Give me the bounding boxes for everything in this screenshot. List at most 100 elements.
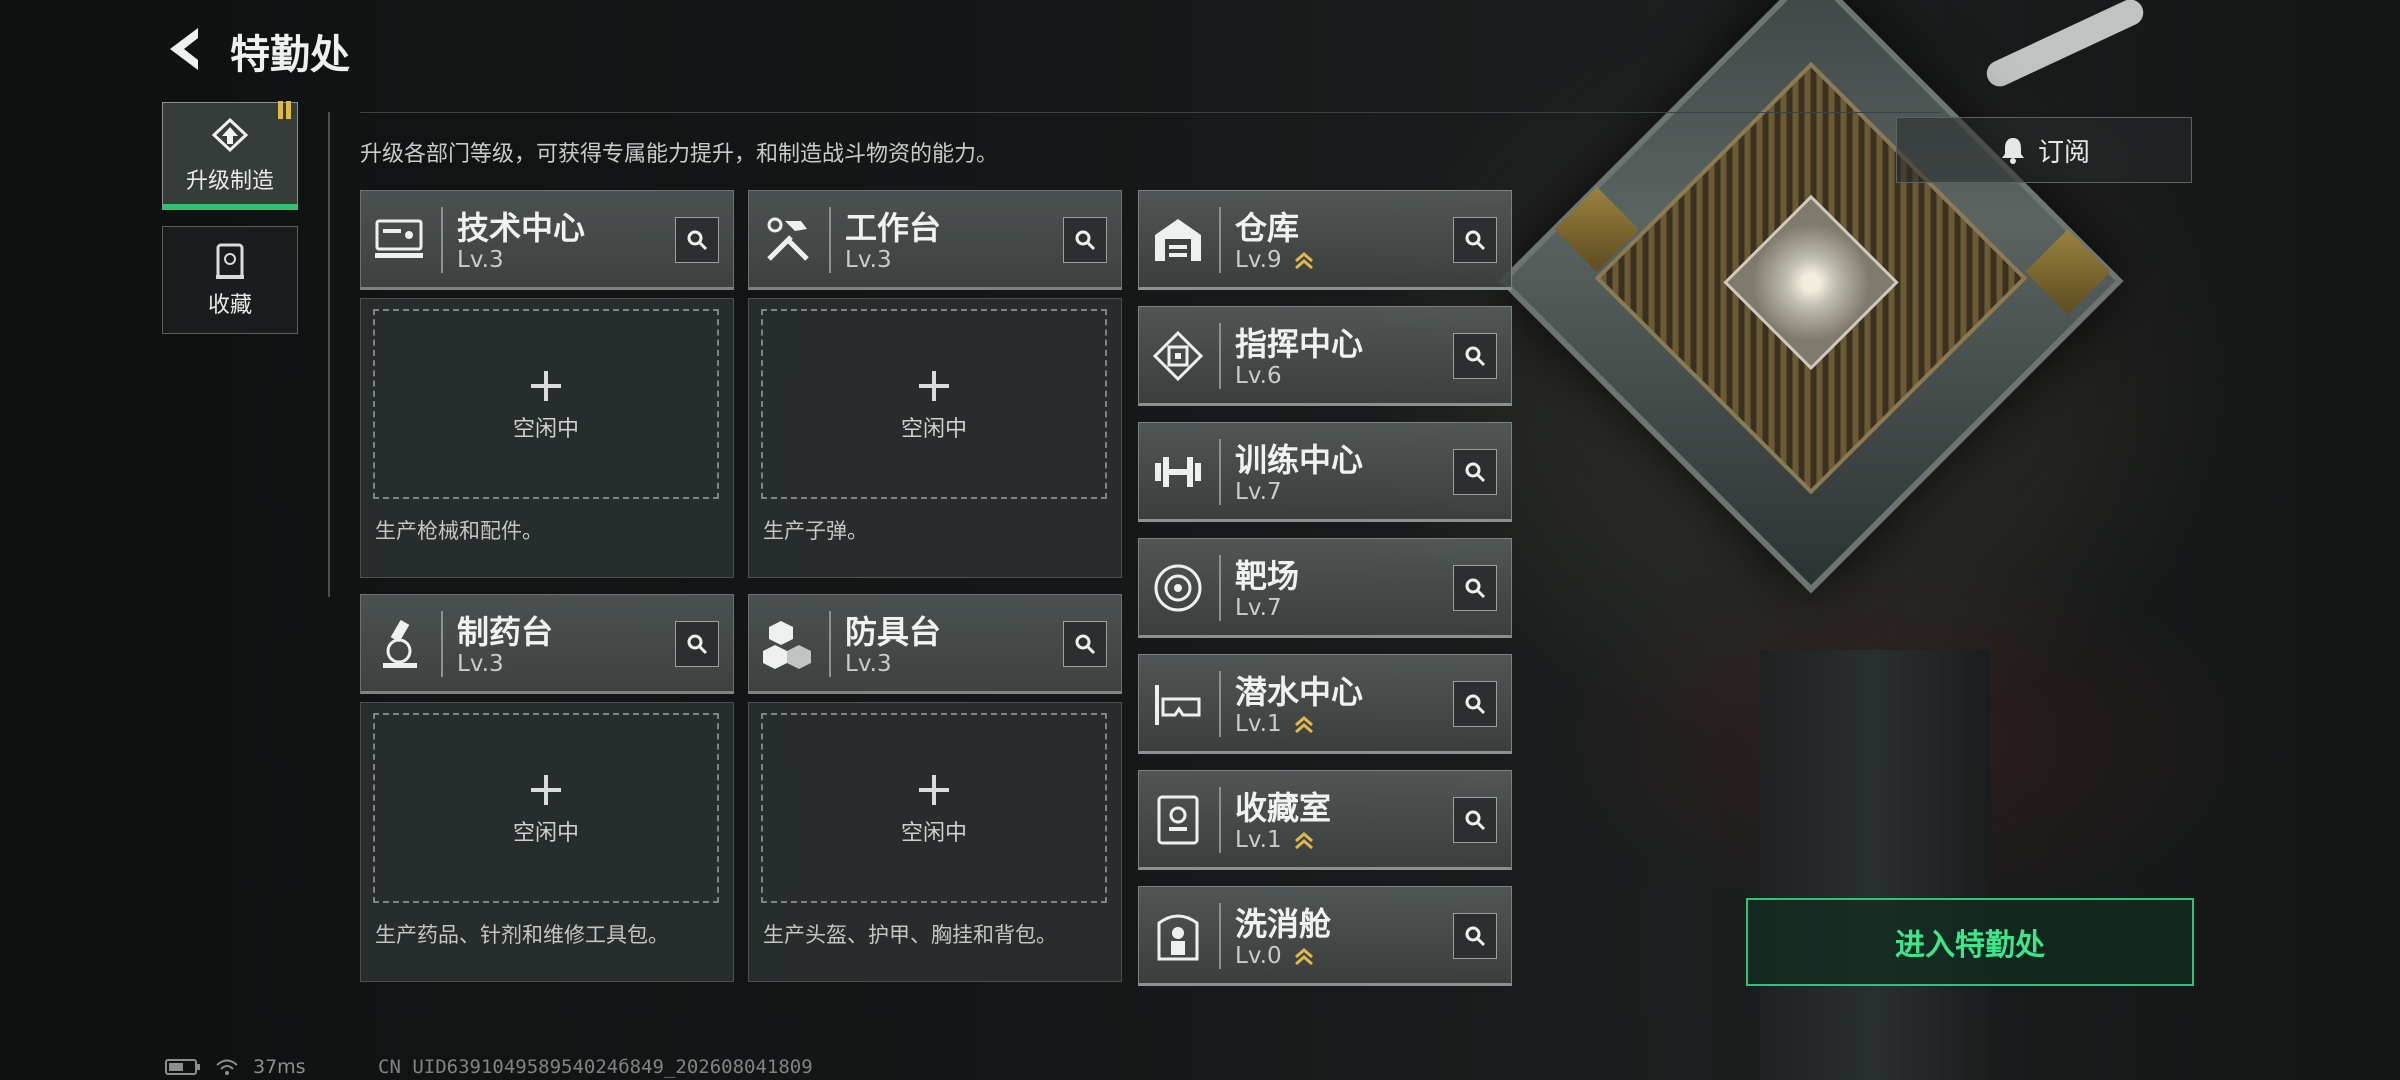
- user-uid: CN UID639104958954024б849_202608041809: [378, 1056, 813, 1078]
- facility-level: Lv.3: [845, 651, 892, 677]
- facility-header-pharmacy[interactable]: 制药台 Lv.3: [360, 594, 734, 694]
- armor-blocks-icon: [763, 621, 811, 669]
- upgrade-available-icon: [1294, 251, 1313, 269]
- status-bar: 37ms: [165, 1056, 306, 1078]
- idle-slot[interactable]: 空闲中: [373, 713, 719, 903]
- nav-item-upgrade-craft[interactable]: 升级制造: [162, 101, 298, 210]
- facility-row-collection-room[interactable]: 收藏室 Lv.1: [1138, 770, 1512, 870]
- search-button[interactable]: [1453, 797, 1497, 843]
- upgrade-available-icon: [1294, 831, 1313, 849]
- facility-description: 生产头盔、护甲、胸挂和背包。: [763, 923, 1057, 947]
- dumbbell-icon: [1155, 457, 1201, 487]
- plus-icon: [531, 775, 561, 805]
- idle-label: 空闲中: [512, 417, 579, 442]
- search-button[interactable]: [1453, 333, 1497, 379]
- idle-label: 空闲中: [900, 821, 967, 846]
- facility-row-shooting-range[interactable]: 靶场 Lv.7: [1138, 538, 1512, 638]
- facility-level: Lv.3: [845, 247, 892, 273]
- separator: [1219, 903, 1221, 969]
- decontamination-icon: [1157, 914, 1199, 961]
- microscope-icon: [383, 619, 417, 668]
- separator: [1219, 671, 1221, 737]
- bell-icon: [2001, 138, 2024, 164]
- separator: [441, 207, 443, 273]
- facility-name: 指挥中心: [1235, 325, 1364, 363]
- separator: [1219, 439, 1221, 505]
- subscribe-button[interactable]: 订阅: [1896, 117, 2192, 183]
- facility-level: Lv.6: [1235, 363, 1282, 389]
- search-button[interactable]: [675, 217, 719, 263]
- wifi-icon: [216, 1059, 238, 1075]
- facility-header-workbench[interactable]: 工作台 Lv.3: [748, 190, 1122, 290]
- search-icon: [1465, 810, 1486, 831]
- facility-name: 洗消舱: [1235, 905, 1332, 943]
- facility-name: 潜水中心: [1235, 673, 1364, 711]
- search-button[interactable]: [1063, 621, 1107, 667]
- search-button[interactable]: [1063, 217, 1107, 263]
- search-icon: [1465, 462, 1486, 483]
- separator: [829, 611, 831, 677]
- facility-description: 生产子弹。: [763, 519, 868, 543]
- search-icon: [1465, 578, 1486, 599]
- nav-label: 升级制造: [185, 169, 274, 194]
- separator: [1219, 787, 1221, 853]
- plus-icon: [919, 371, 949, 401]
- search-button[interactable]: [675, 621, 719, 667]
- facility-level: Lv.3: [457, 651, 504, 677]
- background-pillar: [1760, 650, 1990, 1080]
- facility-level: Lv.7: [1235, 479, 1282, 505]
- facility-level-wrap: Lv.9: [1235, 247, 1315, 273]
- separator: [1219, 555, 1221, 621]
- facility-name: 收藏室: [1235, 789, 1332, 827]
- separator: [829, 207, 831, 273]
- search-icon: [1465, 926, 1486, 947]
- cube-core: [1723, 194, 1899, 371]
- search-icon: [1465, 230, 1486, 251]
- search-icon: [1075, 230, 1096, 251]
- separator: [1219, 207, 1221, 273]
- enter-special-ops-button[interactable]: 进入特勤处: [1746, 898, 2194, 986]
- search-icon: [1075, 634, 1096, 655]
- warehouse-icon: [1155, 219, 1201, 261]
- facility-row-command-center[interactable]: 指挥中心 Lv.6: [1138, 306, 1512, 406]
- search-icon: [687, 634, 708, 655]
- nav-item-collection[interactable]: 收藏: [162, 226, 298, 334]
- facility-name: 靶场: [1235, 557, 1300, 595]
- facility-row-decontamination[interactable]: 洗消舱 Lv.0: [1138, 886, 1512, 986]
- search-icon: [1465, 346, 1486, 367]
- search-button[interactable]: [1453, 217, 1497, 263]
- facility-name: 技术中心: [457, 209, 586, 247]
- facility-level-wrap: Lv.0: [1235, 943, 1315, 969]
- facility-level: Lv.1: [1235, 711, 1282, 737]
- search-icon: [687, 230, 708, 251]
- facility-level: Lv.9: [1235, 247, 1282, 273]
- back-button[interactable]: [160, 22, 210, 76]
- facility-row-warehouse[interactable]: 仓库 Lv.9: [1138, 190, 1512, 290]
- facility-name: 制药台: [457, 613, 554, 651]
- facility-level-wrap: Lv.1: [1235, 711, 1315, 737]
- ping-value: 37ms: [253, 1056, 306, 1078]
- idle-slot[interactable]: 空闲中: [373, 309, 719, 499]
- facility-header-armor-bench[interactable]: 防具台 Lv.3: [748, 594, 1122, 694]
- idle-slot[interactable]: 空闲中: [761, 713, 1107, 903]
- nav-label: 收藏: [207, 293, 252, 318]
- facility-row-diving-center[interactable]: 潜水中心 Lv.1: [1138, 654, 1512, 754]
- idle-label: 空闲中: [512, 821, 579, 846]
- search-button[interactable]: [1453, 913, 1497, 959]
- search-button[interactable]: [1453, 449, 1497, 495]
- divider: [360, 112, 1940, 113]
- idle-slot[interactable]: 空闲中: [761, 309, 1107, 499]
- page-description: 升级各部门等级，可获得专属能力提升，和制造战斗物资的能力。: [360, 142, 999, 167]
- facility-level: Lv.7: [1235, 595, 1282, 621]
- facility-row-training-center[interactable]: 训练中心 Lv.7: [1138, 422, 1512, 522]
- plus-icon: [919, 775, 949, 805]
- facility-body-pharmacy: 空闲中 生产药品、针剂和维修工具包。: [360, 702, 734, 982]
- idle-label: 空闲中: [900, 417, 967, 442]
- upgrade-icon: [211, 117, 249, 153]
- plus-icon: [531, 371, 561, 401]
- facility-body-armor-bench: 空闲中 生产头盔、护甲、胸挂和背包。: [748, 702, 1122, 982]
- search-button[interactable]: [1453, 565, 1497, 611]
- facility-description: 生产药品、针剂和维修工具包。: [375, 923, 669, 947]
- facility-header-tech-center[interactable]: 技术中心 Lv.3: [360, 190, 734, 290]
- search-button[interactable]: [1453, 681, 1497, 727]
